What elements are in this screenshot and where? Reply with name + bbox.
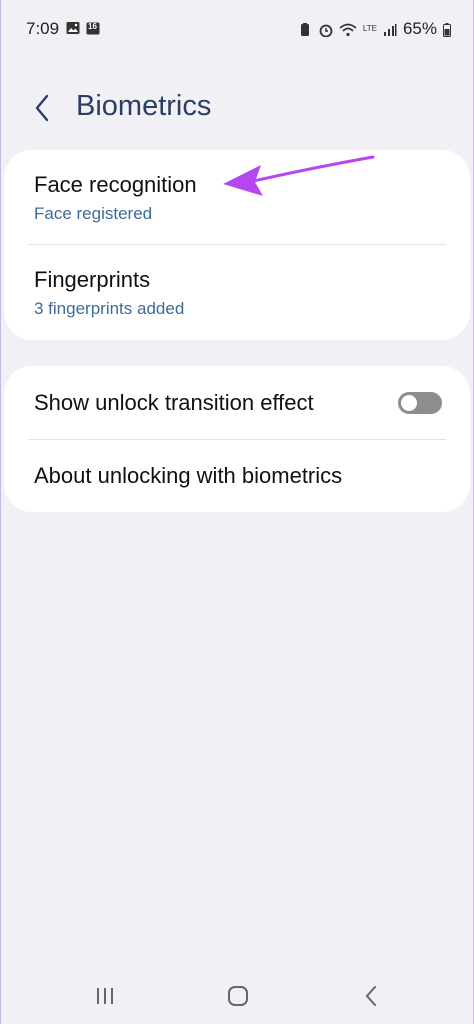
page-header: Biometrics	[1, 82, 473, 134]
recent-apps-button[interactable]	[85, 982, 125, 1010]
face-recognition-status: Face registered	[34, 204, 153, 223]
wifi-icon	[339, 22, 357, 37]
fingerprints-item[interactable]: Fingerprints 3 fingerprints added	[34, 267, 442, 319]
back-nav-button[interactable]	[351, 982, 391, 1010]
home-icon	[228, 986, 248, 1006]
home-button[interactable]	[218, 982, 258, 1010]
toggle-knob	[401, 395, 417, 411]
gallery-icon	[66, 20, 80, 34]
unlock-transition-title: Show unlock transition effect	[34, 390, 314, 415]
divider	[28, 439, 446, 440]
status-bar: 7:09 16 LTE 65%	[1, 0, 473, 58]
fingerprints-title: Fingerprints	[34, 267, 151, 292]
status-right-icons: LTE 65%	[299, 19, 451, 39]
annotation-arrow-icon	[223, 155, 375, 196]
battery-percent: 65%	[402, 19, 437, 38]
fingerprints-status: 3 fingerprints added	[34, 299, 185, 318]
alarm-icon	[319, 22, 333, 38]
battery-icon	[443, 22, 451, 37]
navigation-bar	[1, 966, 473, 1024]
about-biometrics-title: About unlocking with biometrics	[34, 463, 343, 488]
status-left-icons: 16	[66, 20, 100, 35]
recent-apps-icon	[97, 988, 113, 1004]
back-icon	[365, 986, 376, 1006]
unlock-transition-item[interactable]: Show unlock transition effect	[34, 390, 442, 416]
unlock-settings-card: Show unlock transition effect About unlo…	[4, 366, 470, 512]
chevron-left-icon	[35, 94, 49, 122]
calendar-icon: 16	[86, 20, 100, 35]
about-biometrics-item[interactable]: About unlocking with biometrics	[34, 463, 442, 489]
divider	[28, 244, 446, 245]
back-button[interactable]	[27, 90, 57, 126]
unlock-transition-toggle[interactable]	[398, 392, 442, 414]
battery-saver-icon	[299, 22, 313, 36]
calendar-day: 16	[88, 22, 97, 31]
network-type: LTE	[362, 24, 377, 33]
status-time: 7:09	[26, 19, 60, 38]
signal-icon	[383, 22, 397, 36]
page-title: Biometrics	[76, 90, 212, 122]
